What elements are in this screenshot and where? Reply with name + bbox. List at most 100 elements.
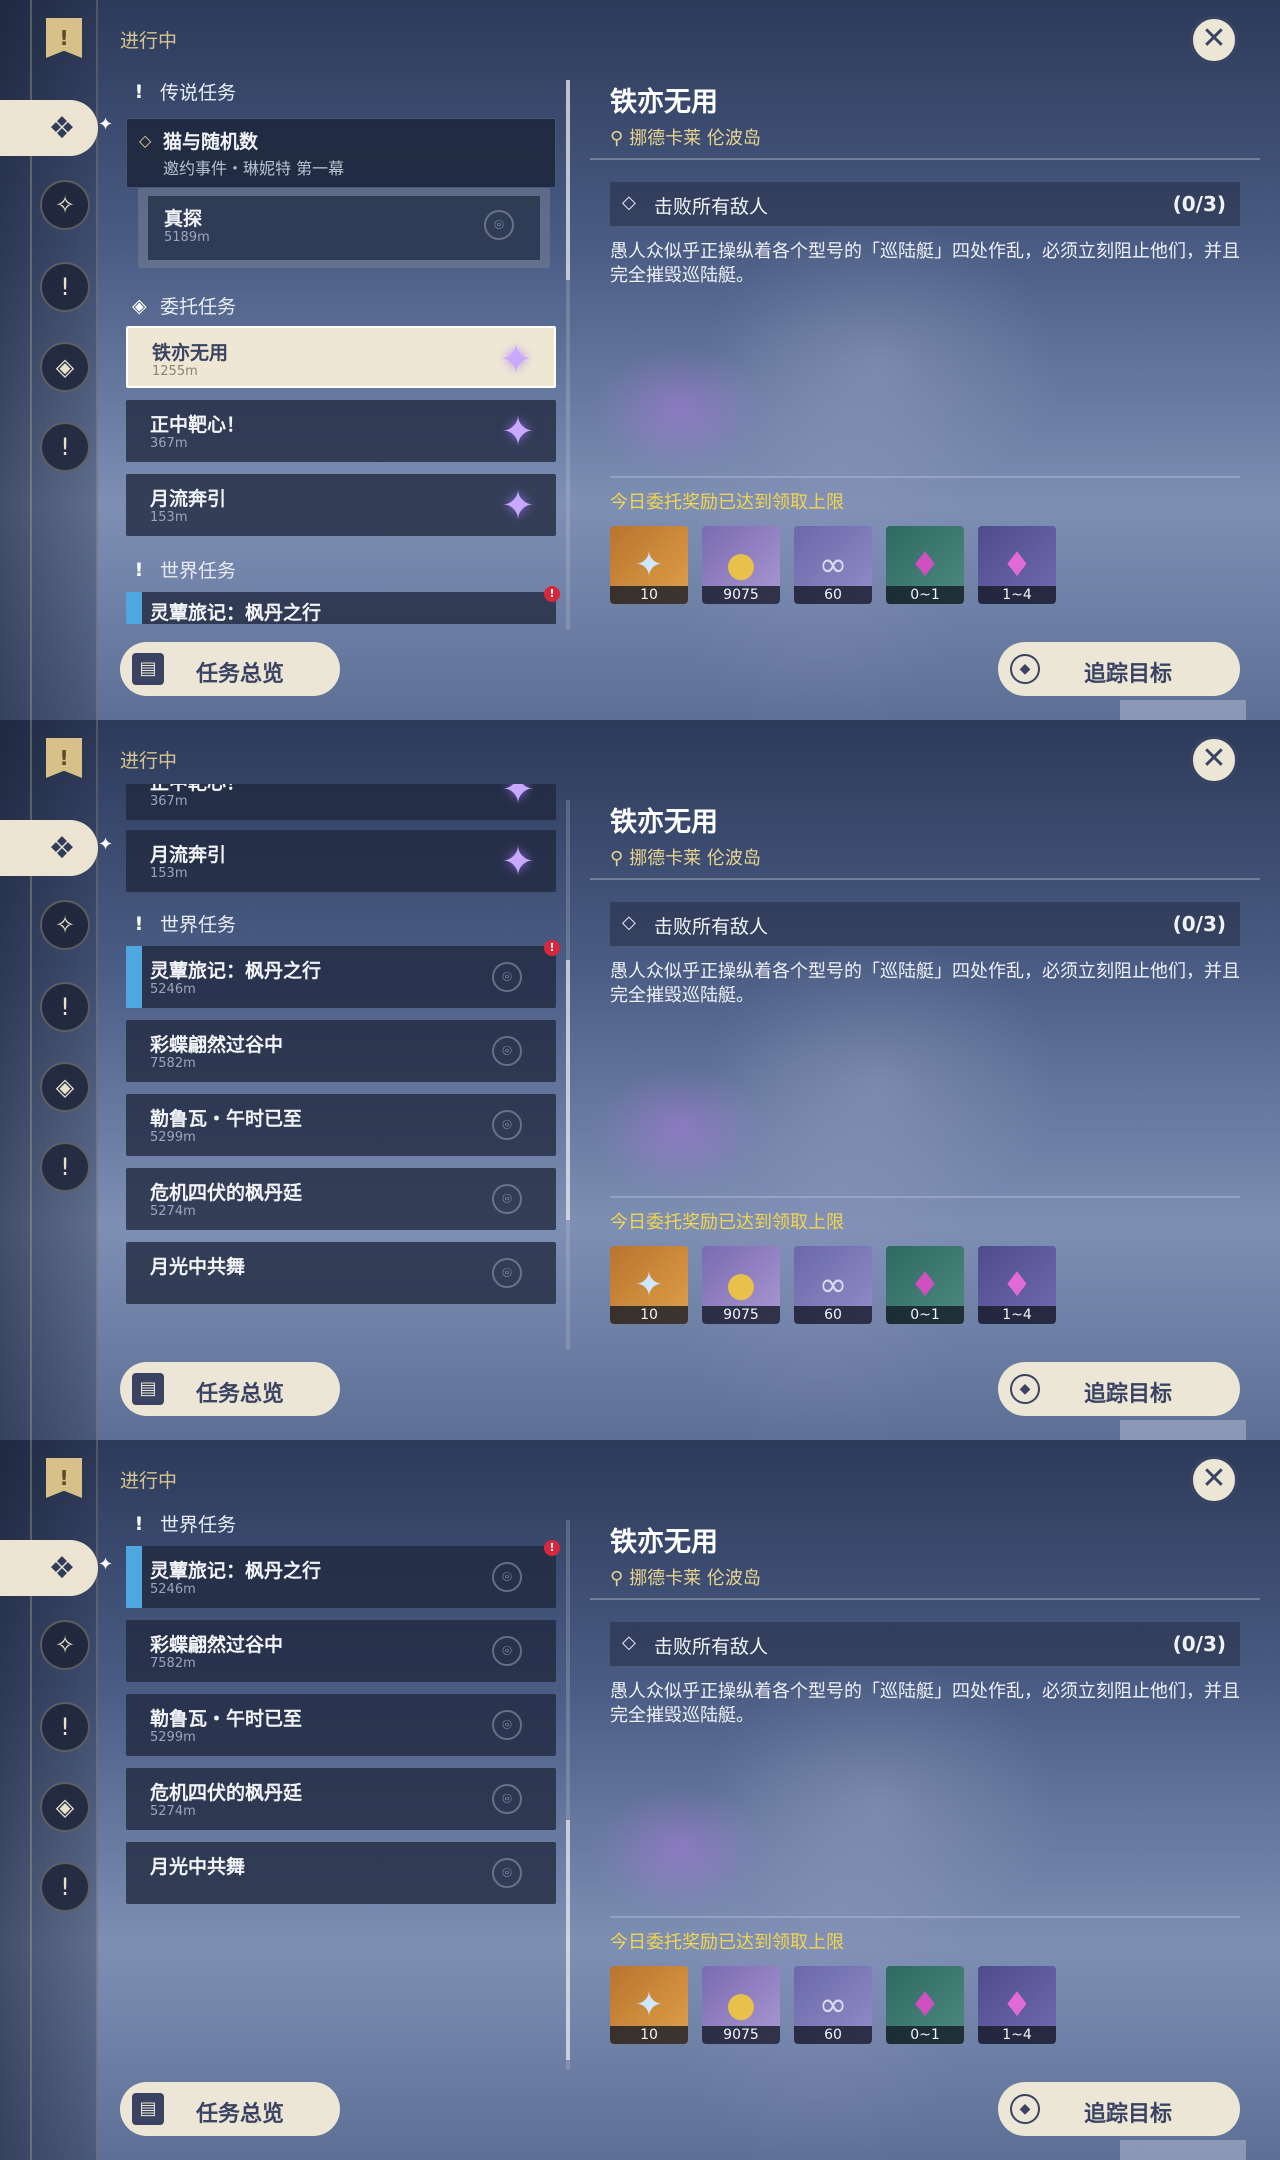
reward-item[interactable]: ✦ 10 [610,526,688,604]
legend-quest-child[interactable]: 真探 5189m ⌾ [138,188,550,268]
quest-distance: 5246m [150,982,196,997]
close-button[interactable]: ✕ [1190,16,1238,64]
reward-count: 0~1 [886,2026,964,2044]
track-target-button[interactable]: ◆ 追踪目标 [998,1362,1240,1416]
rail-tab-world[interactable]: ! [40,1142,90,1192]
reward-item[interactable]: ● 9075 [702,1246,780,1324]
rail-tab-story[interactable]: ! [40,982,90,1032]
scroll-thumb[interactable] [566,1820,570,2060]
reward-item[interactable]: ♦ 1~4 [978,1966,1056,2044]
track-icon: ◆ [1010,1374,1040,1404]
reward-item[interactable]: ● 9075 [702,1966,780,2044]
map-pin-icon[interactable]: ⌾ [492,1858,522,1888]
reward-item[interactable]: ✦ 10 [610,1246,688,1324]
quest-distance: 367m [150,436,188,451]
world-quest-item[interactable]: 月光中共舞 ⌾ [126,1242,556,1304]
divider [590,158,1260,160]
location-pin-icon: ⚲ [610,1568,624,1589]
quest-overview-button[interactable]: ▤ 任务总览 [120,642,340,696]
world-quest-item[interactable]: 危机四伏的枫丹廷 5274m ⌾ [126,1168,556,1230]
scroll-thumb[interactable] [566,960,570,1220]
rail-tab-all[interactable]: ❖ [0,100,98,156]
map-pin-icon[interactable]: ⌾ [492,1562,522,1592]
reward-item[interactable]: ♦ 0~1 [886,1246,964,1324]
child-inner: 真探 5189m ⌾ [148,196,540,260]
quest-flag-icon: ! [46,18,82,58]
track-target-button[interactable]: ◆ 追踪目标 [998,642,1240,696]
rail-tab-commission[interactable]: ◈ [40,1782,90,1832]
world-quest-item[interactable]: 彩蝶翩然过谷中 7582m ⌾ [126,1020,556,1082]
section-legend: ! 传说任务 [132,78,236,105]
quest-overview-button[interactable]: ▤ 任务总览 [120,2082,340,2136]
reward-item[interactable]: ∞ 60 [794,526,872,604]
quest-overview-button[interactable]: ▤ 任务总览 [120,1362,340,1416]
rail-tab-world[interactable]: ! [40,1862,90,1912]
commission-item[interactable]: 正中靶心！ 367m ✦ [126,784,556,820]
world-quest-item[interactable]: 灵蕈旅记：枫丹之行 ! [126,586,560,624]
world-quest-item[interactable]: 灵蕈旅记：枫丹之行 5246m ⌾ ! [126,940,560,1008]
world-quest-item[interactable]: 勒鲁瓦・午时已至 5299m ⌾ [126,1094,556,1156]
scroll-thumb[interactable] [566,80,570,280]
reward-item[interactable]: ♦ 0~1 [886,526,964,604]
commission-item[interactable]: 铁亦无用 1255m ✦ [126,326,556,388]
objective-row: ◇ 击败所有敌人 (0/3) [610,182,1240,226]
detail-title: 铁亦无用 [610,87,718,118]
close-button[interactable]: ✕ [1190,1456,1238,1504]
detail-location: ⚲ 挪德卡莱 伦波岛 [610,844,761,870]
quest-distance: 5246m [150,1582,196,1597]
map-pin-icon[interactable]: ⌾ [492,1710,522,1740]
rail-tab-all[interactable]: ❖ [0,1540,98,1596]
map-pin-icon[interactable]: ⌾ [492,1110,522,1140]
side-rail: ! ❖ ✦ ✧ ! ◈ ! [0,1440,113,2160]
mora-icon: ● [726,545,756,585]
map-pin-icon[interactable]: ⌾ [492,1036,522,1066]
legend-quest-parent[interactable]: ◇ 猫与随机数 邀约事件・琳妮特 第一幕 [126,118,556,188]
world-quest-item[interactable]: 彩蝶翩然过谷中 7582m ⌾ [126,1620,556,1682]
commission-item[interactable]: 月流奔引 153m ✦ [126,474,556,536]
map-pin-icon[interactable]: ⌾ [492,1784,522,1814]
map-pin-icon[interactable]: ⌾ [492,1258,522,1288]
rail-tab-story[interactable]: ! [40,262,90,312]
detail-location: ⚲ 挪德卡莱 伦波岛 [610,1564,761,1590]
reward-item[interactable]: ♦ 0~1 [886,1966,964,2044]
quest-panel-2: ! ❖ ✦ ✧ ! ◈ ! 进行中 正中靶心！ 367m ✦ 月流奔引 153m… [0,720,1280,1440]
rail-tab-commission[interactable]: ◈ [40,342,90,392]
reward-item[interactable]: ● 9075 [702,526,780,604]
reward-item[interactable]: ♦ 1~4 [978,526,1056,604]
reward-item[interactable]: ∞ 60 [794,1246,872,1324]
world-quest-item[interactable]: 月光中共舞 ⌾ [126,1842,556,1904]
in-progress-label: 进行中 [120,750,178,772]
world-quest-item[interactable]: 危机四伏的枫丹廷 5274m ⌾ [126,1768,556,1830]
rail-tab-archon[interactable]: ✧ [40,180,90,230]
quest-distance: 153m [150,866,188,881]
world-quest-icon: ! [60,433,70,461]
reward-item[interactable]: ♦ 1~4 [978,1246,1056,1324]
map-pin-icon[interactable]: ⌾ [492,1636,522,1666]
commission-item[interactable]: 正中靶心！ 367m ✦ [126,400,556,462]
quest-title: 真探 [164,208,203,230]
world-quest-item[interactable]: 灵蕈旅记：枫丹之行 5246m ⌾ ! [126,1540,560,1608]
rail-tab-archon[interactable]: ✧ [40,1620,90,1670]
rail-tab-archon[interactable]: ✧ [40,900,90,950]
track-target-button[interactable]: ◆ 追踪目标 [998,2082,1240,2136]
list-scrollbar[interactable] [566,1520,570,2070]
rail-tab-commission[interactable]: ◈ [40,1062,90,1112]
world-quest-item[interactable]: 勒鲁瓦・午时已至 5299m ⌾ [126,1694,556,1756]
reward-limit-notice: 今日委托奖励已达到领取上限 [610,1212,844,1233]
list-scrollbar[interactable] [566,800,570,1350]
rail-tab-all[interactable]: ❖ [0,820,98,876]
list-scrollbar[interactable] [566,80,570,630]
divider [590,878,1260,880]
map-pin-icon[interactable]: ⌾ [484,210,514,240]
commission-item[interactable]: 月流奔引 153m ✦ [126,830,556,892]
rail-tab-story[interactable]: ! [40,1702,90,1752]
reward-item[interactable]: ✦ 10 [610,1966,688,2044]
map-pin-icon[interactable]: ⌾ [492,1184,522,1214]
exclaim-icon: ! [134,1512,144,1535]
close-button[interactable]: ✕ [1190,736,1238,784]
rail-tab-world[interactable]: ! [40,422,90,472]
reward-item[interactable]: ∞ 60 [794,1966,872,2044]
map-pin-icon[interactable]: ⌾ [492,962,522,992]
reward-count: 9075 [702,1306,780,1324]
side-rail: ! ❖ ✦ ✧ ! ◈ ! [0,720,113,1440]
